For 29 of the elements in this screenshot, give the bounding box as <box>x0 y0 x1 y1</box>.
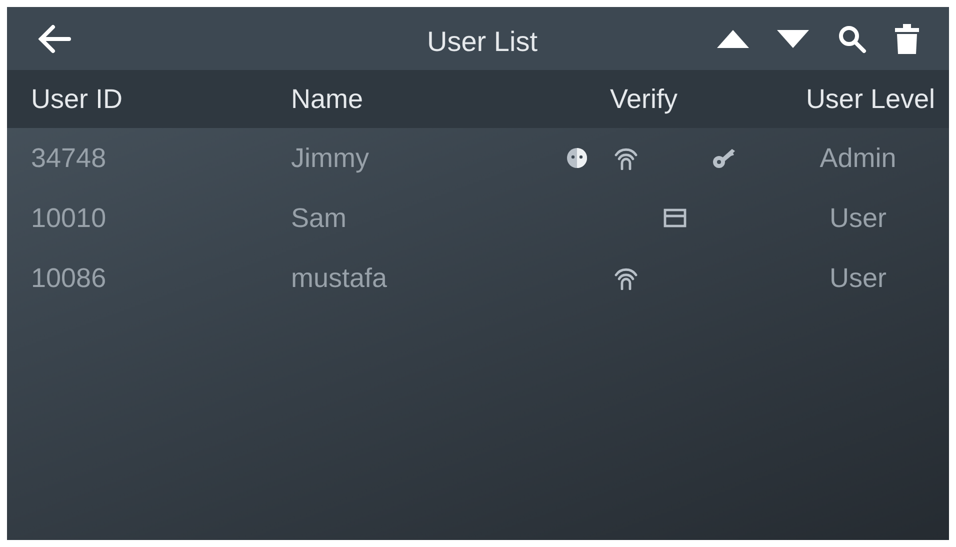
triangle-down-icon <box>777 30 809 48</box>
column-header: User ID <box>30 82 124 116</box>
back-button[interactable] <box>37 24 73 54</box>
table-cell-text: Sam <box>290 202 347 235</box>
table-cell-text: 10010 <box>30 202 106 235</box>
column-header: Verify <box>609 82 679 116</box>
face-icon <box>566 147 588 169</box>
search-button[interactable] <box>837 24 867 54</box>
table-cell-text: User <box>828 202 886 235</box>
key-icon <box>712 146 736 170</box>
window-title: User List <box>427 25 538 59</box>
column-header: Name <box>290 82 364 116</box>
back-arrow-icon <box>37 24 73 54</box>
card-icon <box>662 208 686 228</box>
up-button[interactable] <box>717 30 749 48</box>
fingerprint-icon <box>614 146 638 170</box>
table-cell-text: 10086 <box>30 262 106 295</box>
down-button[interactable] <box>777 30 809 48</box>
table-cell-text: User <box>828 262 886 295</box>
search-icon <box>837 24 867 54</box>
table-cell-text: mustafa <box>290 262 388 295</box>
delete-button[interactable] <box>895 24 919 54</box>
triangle-up-icon <box>717 30 749 48</box>
table-cell-text: Jimmy <box>290 142 369 175</box>
fingerprint-icon <box>614 266 638 290</box>
table-cell-text: 34748 <box>30 142 106 175</box>
column-header: User Level <box>804 82 936 116</box>
table-cell-text: Admin <box>818 142 896 175</box>
trash-icon <box>895 24 919 54</box>
